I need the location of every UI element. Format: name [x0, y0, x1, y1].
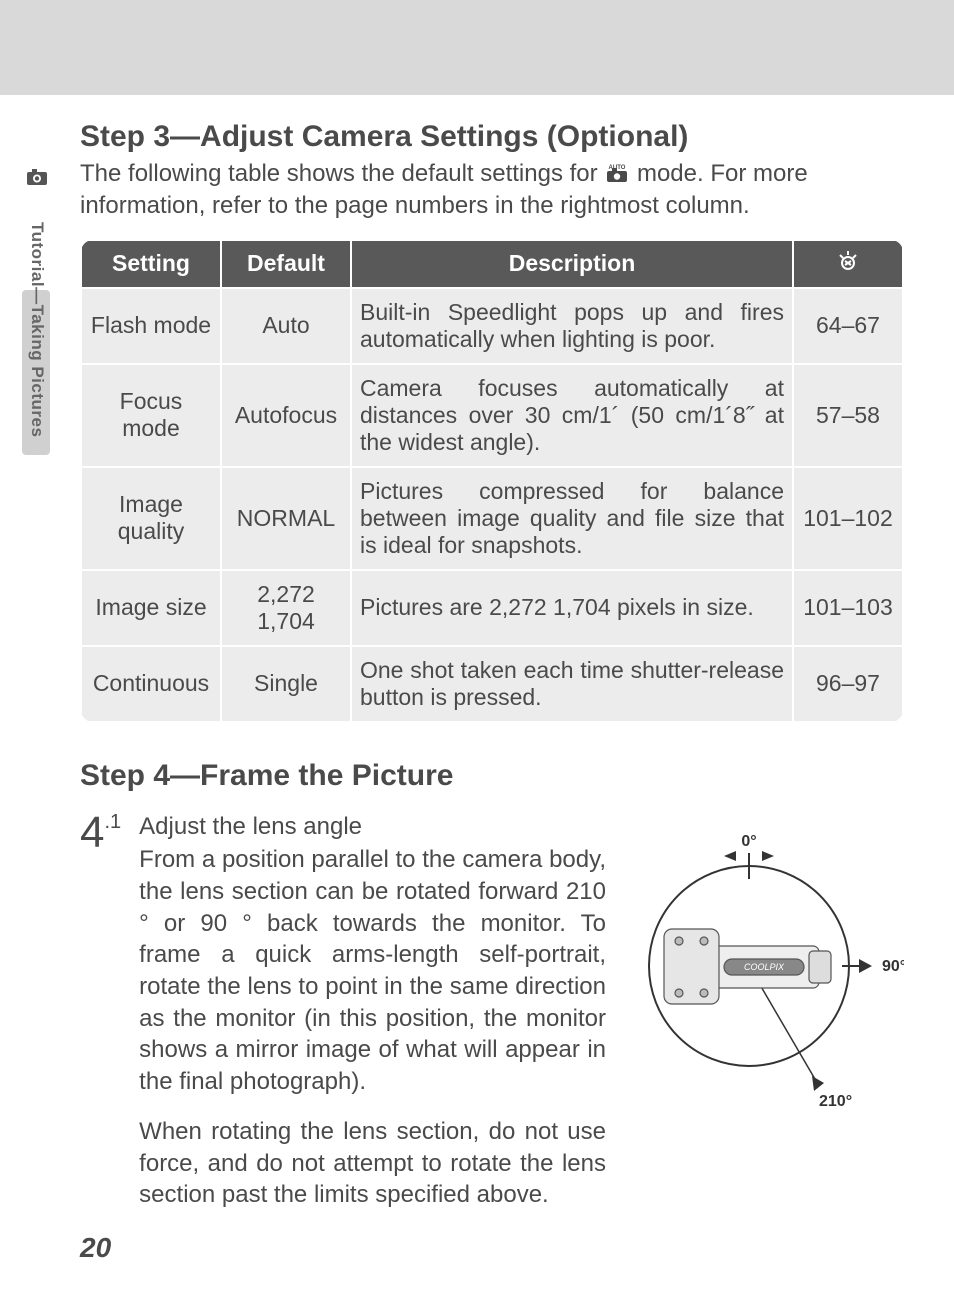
step-number-4: 4	[80, 808, 104, 857]
table-header-row: Setting Default Description	[81, 240, 903, 288]
label-90deg: 90°	[882, 958, 904, 975]
step4-paragraph-1: From a position parallel to the camera b…	[139, 844, 606, 1097]
cell-default: 2,272 1,704	[221, 570, 351, 646]
step3-heading: Step 3—Adjust Camera Settings (Optional)	[80, 120, 904, 154]
header-default: Default	[221, 240, 351, 288]
step4-paragraph-2: When rotating the lens section, do not u…	[139, 1116, 606, 1211]
svg-text:COOLPIX: COOLPIX	[744, 962, 785, 972]
cell-setting: Flash mode	[81, 288, 221, 364]
cell-default: NORMAL	[221, 467, 351, 570]
cell-description: Camera focuses automatically at distance…	[351, 364, 793, 467]
camera-icon	[26, 168, 48, 186]
cell-page: 101–102	[793, 467, 903, 570]
cell-default: Auto	[221, 288, 351, 364]
table-row: Continuous Single One shot taken each ti…	[81, 646, 903, 722]
intro-text-before: The following table shows the default se…	[80, 160, 604, 187]
step4-subtitle: Adjust the lens angle	[139, 811, 606, 843]
table-row: Image size 2,272 1,704 Pictures are 2,27…	[81, 570, 903, 646]
cell-default: Autofocus	[221, 364, 351, 467]
page-number: 20	[80, 1232, 111, 1264]
table-row: Focus mode Autofocus Camera focuses auto…	[81, 364, 903, 467]
header-description: Description	[351, 240, 793, 288]
settings-table: Setting Default Description Flash mode A…	[80, 239, 904, 723]
cell-page: 96–97	[793, 646, 903, 722]
cell-description: Built-in Speedlight pops up and fires au…	[351, 288, 793, 364]
cell-setting: Continuous	[81, 646, 221, 722]
table-row: Flash mode Auto Built-in Speedlight pops…	[81, 288, 903, 364]
cell-setting: Image size	[81, 570, 221, 646]
cell-setting: Image quality	[81, 467, 221, 570]
auto-mode-icon: AUTO	[604, 160, 630, 192]
step-sub-1: .1	[104, 811, 121, 833]
label-0deg: 0°	[741, 833, 756, 850]
cell-description: Pictures compressed for balance between …	[351, 467, 793, 570]
step4-heading: Step 4—Frame the Picture	[80, 759, 904, 793]
page-ref-icon	[836, 249, 860, 279]
cell-page: 101–103	[793, 570, 903, 646]
label-210deg: 210°	[819, 1093, 852, 1110]
lens-rotation-diagram: 0° 90° 210°	[624, 811, 904, 1116]
cell-description: One shot taken each time shutter-release…	[351, 646, 793, 722]
top-gray-bar	[0, 0, 954, 95]
step3-intro: The following table shows the default se…	[80, 158, 904, 223]
cell-default: Single	[221, 646, 351, 722]
side-tab-label: Tutorial—Taking Pictures	[22, 210, 52, 450]
svg-text:AUTO: AUTO	[609, 165, 626, 171]
cell-description: Pictures are 2,272 1,704 pixels in size.	[351, 570, 793, 646]
cell-setting: Focus mode	[81, 364, 221, 467]
cell-page: 57–58	[793, 364, 903, 467]
header-page-icon	[793, 240, 903, 288]
step4-number: 4.1	[80, 811, 121, 855]
header-setting: Setting	[81, 240, 221, 288]
table-row: Image quality NORMAL Pictures compressed…	[81, 467, 903, 570]
step4-text-block: Adjust the lens angle From a position pa…	[139, 811, 606, 1229]
cell-page: 64–67	[793, 288, 903, 364]
